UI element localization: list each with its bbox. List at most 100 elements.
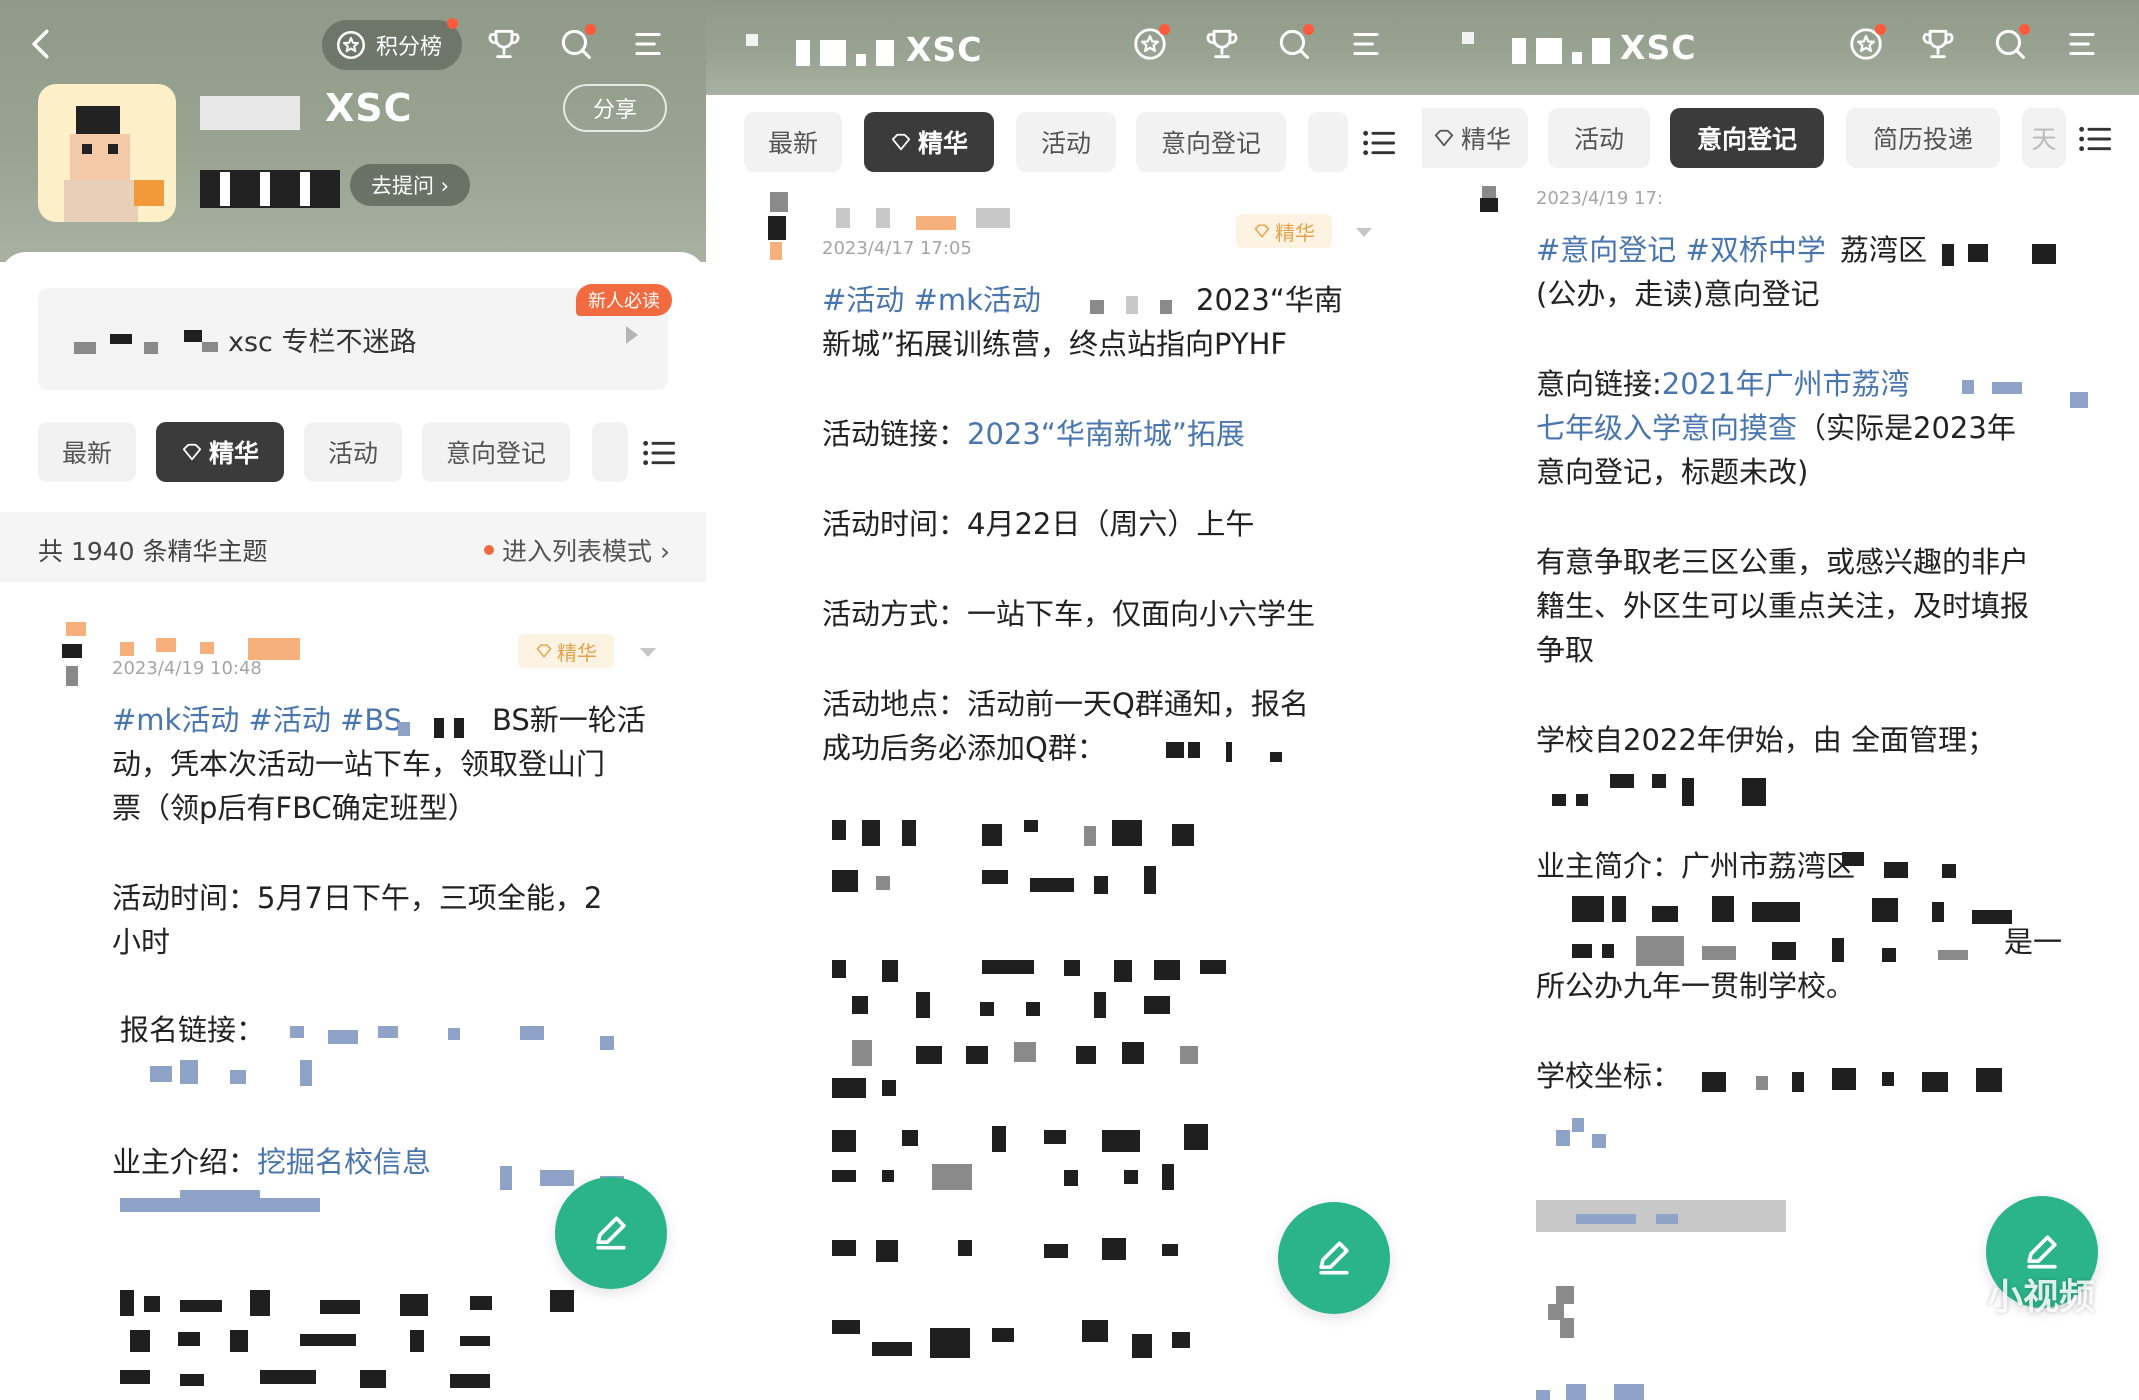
trophy-icon[interactable]: [480, 20, 528, 68]
menu-icon[interactable]: [624, 20, 672, 68]
activity-link-label: 活动链接：: [822, 417, 968, 451]
tab-latest[interactable]: 最新: [38, 422, 136, 482]
intent-link-label: 意向链接:: [1536, 367, 1662, 401]
post-line-5: 活动方式：一站下车，仅面向小六学生: [822, 597, 1316, 631]
activity-link[interactable]: 2023“华南新城”拓展: [967, 417, 1245, 451]
search-icon[interactable]: [552, 20, 600, 68]
group-nickname: XSC: [325, 86, 413, 130]
post-line-2: (公办，走读)意向登记: [1536, 277, 1820, 311]
tab-resume-submission[interactable]: 简历投递: [1846, 108, 2000, 168]
post-line-13: 学校坐标：: [1536, 1059, 1682, 1093]
post-time: 2023/4/19 17:: [1536, 188, 1663, 209]
compose-button[interactable]: [1278, 1202, 1390, 1314]
pencil-icon: [596, 1216, 626, 1250]
intent-link-continued[interactable]: 七年级入学意向摸查: [1536, 411, 1797, 445]
list-mode-link[interactable]: 进入列表模式 ›: [484, 532, 670, 568]
post-line-3: 活动链接：2023“华南新城”拓展: [822, 412, 1245, 456]
post-line-5: 意向登记，标题未改): [1536, 455, 1809, 489]
post-line-12: 所公办九年一贯制学校。: [1536, 969, 1856, 1003]
tab-activity[interactable]: 活动: [1548, 108, 1650, 168]
tab-activity[interactable]: 活动: [1016, 112, 1116, 172]
top-navigation-bar: XSC: [1422, 14, 2139, 76]
ask-question-button[interactable]: 去提问 ›: [350, 164, 470, 206]
feed-tabs: 最新 精华 活动 意向登记: [0, 422, 706, 486]
post-line-4: 活动时间：4月22日（周六）上午: [822, 507, 1255, 541]
list-view-icon[interactable]: [636, 430, 682, 476]
trophy-icon[interactable]: [1914, 20, 1962, 68]
group-title: XSC: [906, 30, 983, 69]
tab-latest[interactable]: 最新: [744, 112, 842, 172]
ranking-button[interactable]: 积分榜: [322, 18, 462, 70]
notification-dot: [1303, 24, 1314, 35]
masked-name: [200, 96, 300, 130]
post-line-9: 学校自2022年伊始，由 全面管理；: [1536, 723, 1997, 757]
post-line-6: 报名链接：: [120, 1013, 266, 1047]
notification-dot: [1875, 24, 1886, 35]
essence-count-bar: 共 1940 条精华主题 进入列表模式 ›: [0, 512, 706, 582]
tab-intent-registration[interactable]: 意向登记: [1136, 112, 1286, 172]
post-line-11: 是一: [2004, 925, 2063, 959]
search-icon[interactable]: [1270, 20, 1318, 68]
column-banner[interactable]: xsc 专栏不迷路: [38, 288, 668, 390]
intent-link[interactable]: 2021年广州市荔湾: [1662, 367, 1910, 401]
trophy-icon[interactable]: [1198, 20, 1246, 68]
tab-essence[interactable]: 精华: [1422, 108, 1528, 168]
tab-essence-label: 精华: [208, 439, 259, 468]
post-line-4: 活动时间：5月7日下午，三项全能，2: [112, 881, 603, 915]
diamond-icon: [536, 644, 552, 658]
post-line-4: 七年级入学意向摸查（实际是2023年: [1536, 406, 2016, 450]
new-member-badge: 新人必读: [576, 284, 672, 316]
post-line-1: #活动 #mk活动: [822, 278, 1041, 322]
ranking-label: 积分榜: [376, 35, 443, 60]
diamond-icon: [182, 443, 202, 461]
notification-dot: [2019, 24, 2030, 35]
post-line-1-rest: BS新一轮活: [492, 703, 646, 737]
tab-essence[interactable]: 精华: [156, 422, 284, 482]
list-view-icon[interactable]: [2072, 116, 2118, 162]
post-tags[interactable]: #mk活动 #活动 #BS: [112, 703, 402, 737]
essence-badge: 精华: [518, 634, 614, 668]
post-tags[interactable]: #意向登记 #双桥中学: [1536, 233, 1826, 267]
tab-essence[interactable]: 精华: [864, 112, 994, 172]
essence-badge-label: 精华: [1275, 220, 1315, 245]
post-line-6: 有意争取老三区公重，或感兴趣的非户: [1536, 545, 2030, 579]
tab-essence-label: 精华: [917, 129, 968, 158]
diamond-icon: [1434, 129, 1454, 147]
tab-overflow[interactable]: [1308, 112, 1348, 172]
notification-dot: [447, 18, 458, 29]
group-avatar[interactable]: [38, 84, 176, 222]
tab-intent-registration[interactable]: 意向登记: [1670, 108, 1824, 168]
notification-dot: [1159, 24, 1170, 35]
compose-button[interactable]: [555, 1177, 667, 1289]
share-button[interactable]: 分享: [563, 84, 667, 132]
owner-intro-label: 业主介绍：: [112, 1145, 258, 1179]
star-badge-icon[interactable]: [1126, 20, 1174, 68]
post-more-icon[interactable]: [640, 648, 656, 657]
tab-overflow[interactable]: [592, 422, 628, 482]
search-icon[interactable]: [1986, 20, 2034, 68]
essence-badge: 精华: [1236, 214, 1332, 248]
tab-intent-registration[interactable]: 意向登记: [422, 422, 570, 482]
menu-icon[interactable]: [1342, 20, 1390, 68]
post-line-7: 业主介绍：挖掘名校信息: [112, 1140, 431, 1184]
post-line-3: 意向链接:2021年广州市荔湾: [1536, 362, 1910, 406]
list-view-icon[interactable]: [1356, 120, 1402, 166]
tab-essence-label: 精华: [1460, 125, 1511, 154]
panel-group-home: 积分榜 XSC 去提问 › 分享 xsc 专栏不迷路 新人必读 最新 精华 活动…: [0, 0, 706, 1400]
post-more-icon[interactable]: [1356, 228, 1372, 237]
post-tags[interactable]: #活动 #mk活动: [822, 283, 1041, 317]
group-title: XSC: [1620, 28, 1697, 67]
back-icon[interactable]: [18, 20, 66, 68]
panel-essence-feed: XSC 最新 精华 活动 意向登记 2023/4/17 17:05 精华 #活动…: [706, 0, 1422, 1400]
post-line-6: 活动地点：活动前一天Q群通知，报名: [822, 687, 1309, 721]
post-line-3: 票（领p后有FBC确定班型）: [112, 791, 477, 825]
tab-activity[interactable]: 活动: [304, 422, 402, 482]
star-badge-icon[interactable]: [1842, 20, 1890, 68]
menu-icon[interactable]: [2058, 20, 2106, 68]
notification-dot: [585, 24, 596, 35]
tab-overflow[interactable]: 天: [2022, 108, 2066, 168]
post-time: 2023/4/17 17:05: [822, 238, 972, 259]
chevron-right-icon: [626, 326, 638, 344]
post-line-2: 动，凭本次活动一站下车，领取登山门: [112, 747, 606, 781]
owner-intro-link[interactable]: 挖掘名校信息: [257, 1145, 431, 1179]
